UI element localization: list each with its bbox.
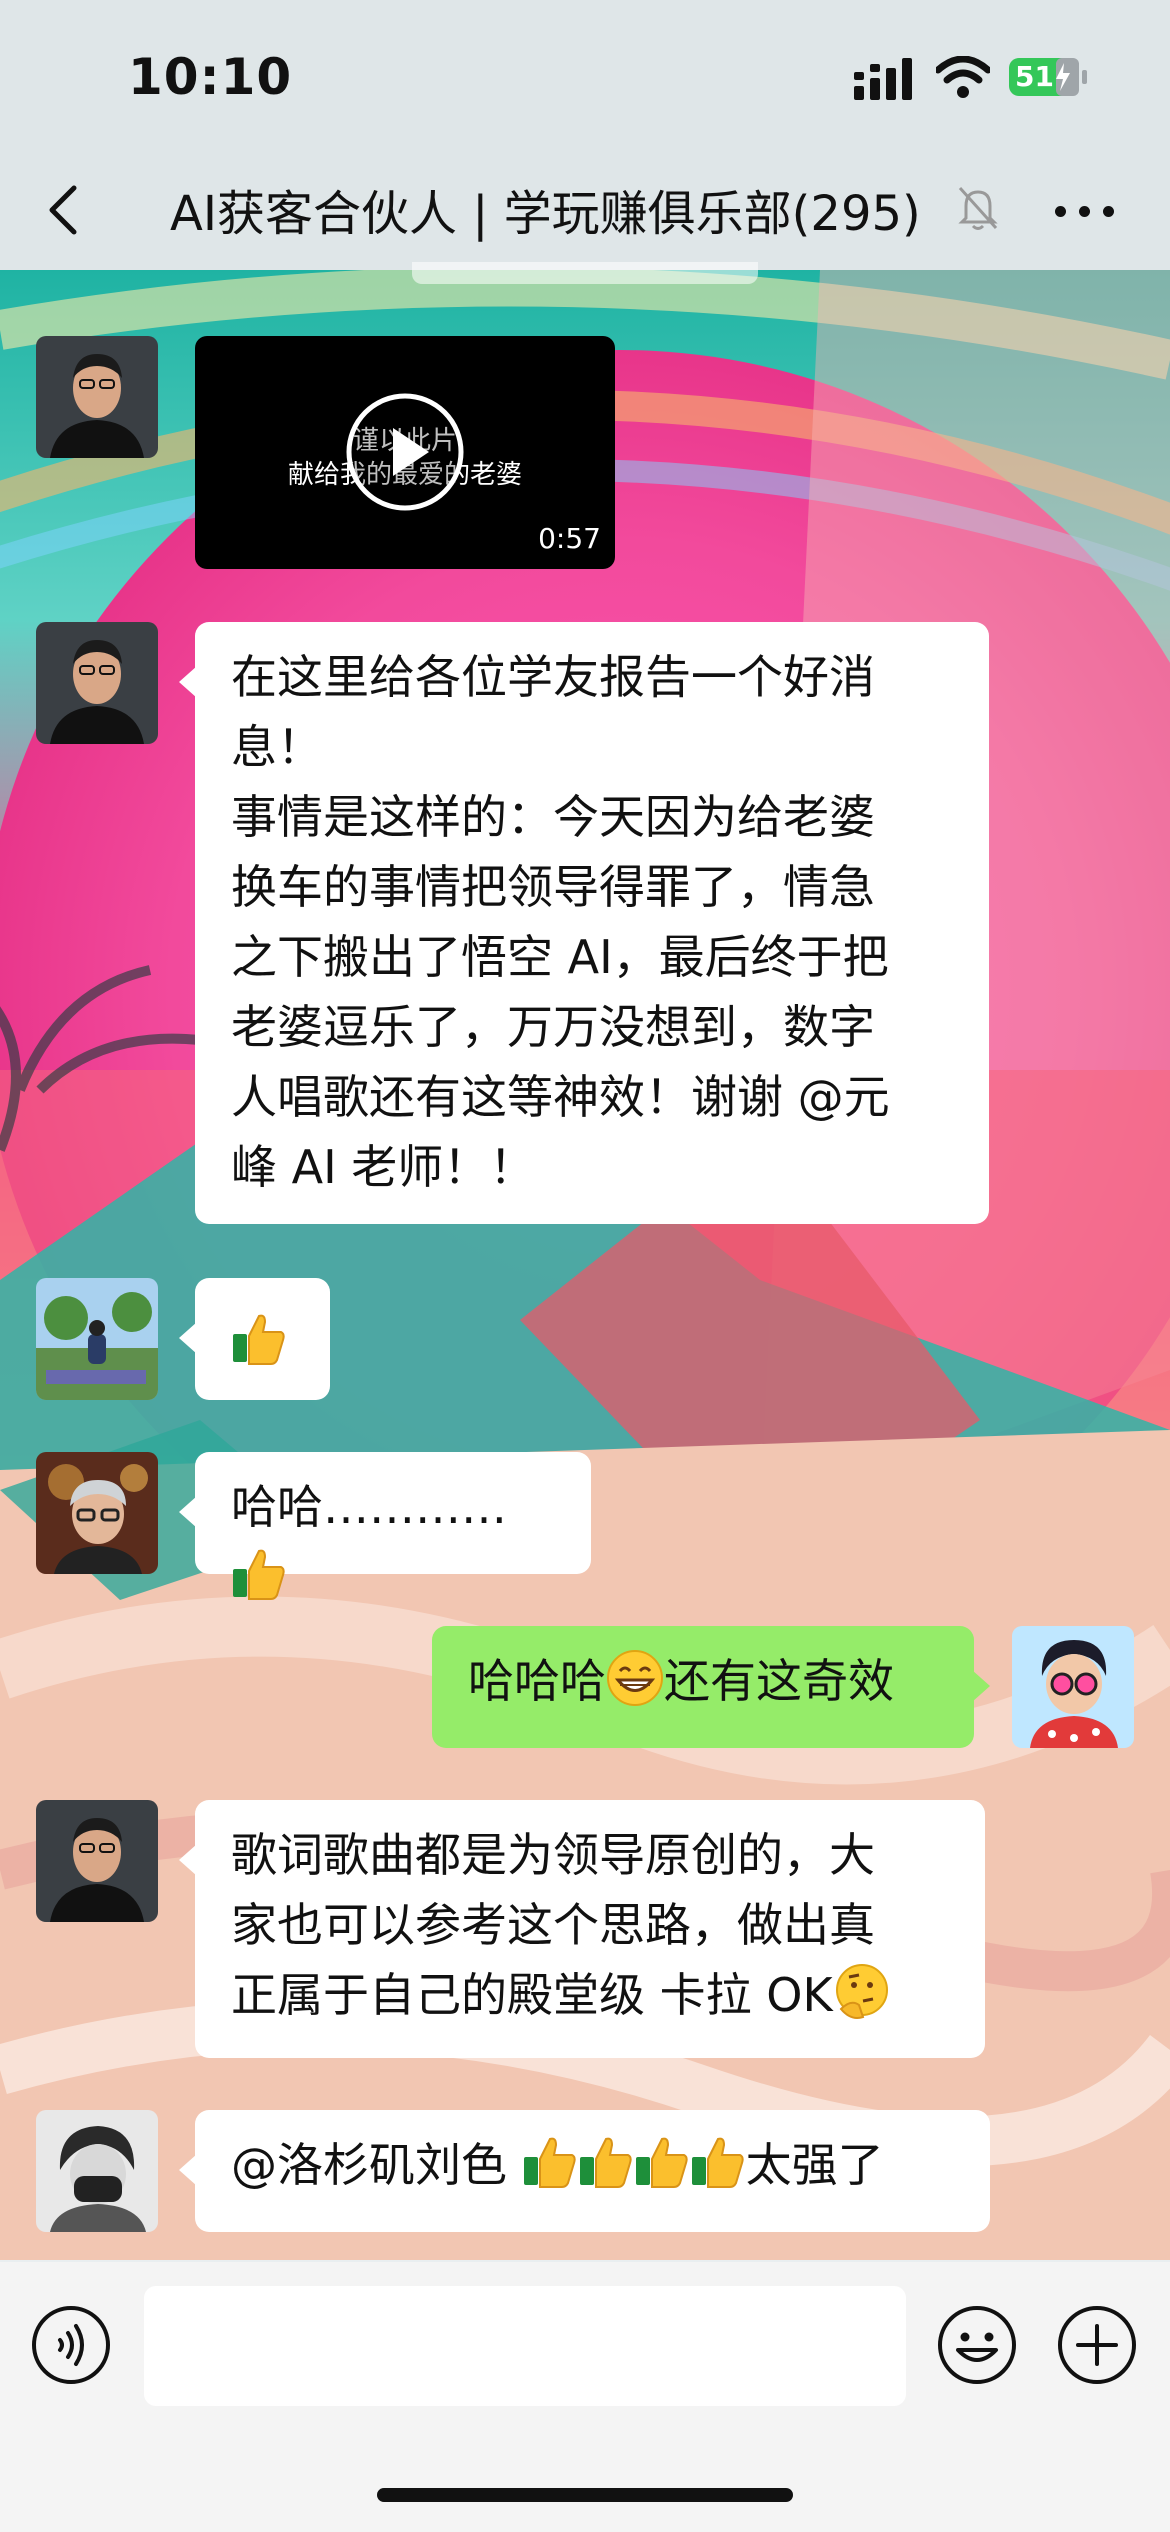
input-bar — [0, 2262, 1170, 2532]
ellipsis-icon[interactable] — [1050, 180, 1120, 240]
message-line: 之下搬出了悟空 AI，最后终于把 — [231, 930, 889, 984]
avatar[interactable] — [36, 1452, 158, 1574]
message-line: 在这里给各位学友报告一个好消 — [231, 650, 875, 704]
thumbs-up-icon — [233, 1314, 285, 1365]
message-text: 哈哈哈 — [468, 1654, 606, 1708]
avatar[interactable] — [36, 2110, 158, 2232]
chat-title: AI获客合伙人 | 学玩赚俱乐部(295) — [170, 186, 921, 242]
grinning-face-icon — [607, 1650, 663, 1706]
video-message[interactable]: 谨以此片 献给我的最爱的老婆 0:57 — [195, 336, 615, 569]
avatar[interactable] — [1012, 1626, 1134, 1748]
avatar[interactable] — [36, 1800, 158, 1922]
wifi-icon — [936, 56, 990, 98]
message-line: 家也可以参考这个思路，做出真 — [231, 1898, 875, 1952]
thumbs-up-icon — [691, 2137, 744, 2188]
time-divider — [412, 262, 758, 284]
message-bubble[interactable]: 在这里给各位学友报告一个好消 息！ 事情是这样的：今天因为给老婆 换车的事情把领… — [179, 622, 989, 1224]
smiley-icon[interactable] — [936, 2304, 1018, 2386]
message-line: 人唱歌还有这等神效！谢谢 @元 — [231, 1070, 890, 1124]
cellular-signal-icon — [854, 58, 912, 100]
thumbs-up-icon — [579, 2137, 632, 2188]
thumbs-up-icon — [635, 2137, 688, 2188]
message-line: 息！ — [231, 720, 323, 774]
voice-icon[interactable] — [30, 2304, 112, 2386]
message-line: 峰 AI 老师！！ — [231, 1140, 536, 1194]
battery-level: 51 — [1015, 60, 1054, 93]
status-time: 10:10 — [128, 48, 293, 106]
message-line: 正属于自己的殿堂级 卡拉 OK — [231, 1968, 833, 2022]
message-bubble[interactable]: 歌词歌曲都是为领导原创的，大 家也可以参考这个思路，做出真 正属于自己的殿堂级 … — [179, 1800, 985, 2058]
thinking-face-icon — [835, 1964, 888, 2019]
message-text: @洛杉矶刘色 — [231, 2138, 522, 2192]
avatar[interactable] — [36, 336, 158, 458]
message-bubble[interactable]: @洛杉矶刘色 太强了 — [179, 2110, 990, 2232]
message-text: 哈哈………… — [231, 1480, 507, 1534]
message-line: 歌词歌曲都是为领导原创的，大 — [231, 1828, 875, 1882]
message-text: 还有这奇效 — [664, 1654, 894, 1708]
message-line: 事情是这样的：今天因为给老婆 — [231, 790, 875, 844]
home-indicator — [377, 2488, 793, 2502]
avatar[interactable] — [36, 1278, 158, 1400]
message-bubble[interactable]: 哈哈………… — [179, 1452, 591, 1600]
chat-header: AI获客合伙人 | 学玩赚俱乐部(295) — [0, 150, 1170, 270]
message-line: 换车的事情把领导得罪了，情急 — [231, 860, 875, 914]
video-duration: 0:57 — [538, 522, 601, 555]
thumbs-up-icon — [233, 1549, 285, 1600]
status-bar: 10:10 51 — [0, 0, 1170, 150]
message-bubble[interactable] — [179, 1278, 330, 1400]
chat-screen: 10:10 51 AI获客合伙人 | 学玩赚俱乐部(295) 0:57 在这里给… — [0, 0, 1170, 2532]
play-icon[interactable] — [345, 392, 465, 512]
thumbs-up-icon — [523, 2137, 576, 2188]
message-input[interactable] — [144, 2286, 906, 2406]
message-text: 太强了 — [745, 2138, 884, 2192]
avatar[interactable] — [36, 622, 158, 744]
chevron-left-icon[interactable] — [40, 182, 90, 238]
bell-slash-icon — [958, 186, 998, 230]
message-line: 老婆逗乐了，万万没想到，数字 — [231, 1000, 875, 1054]
message-bubble-outgoing[interactable]: 哈哈哈 还有这奇效 — [432, 1626, 990, 1748]
plus-circle-icon[interactable] — [1056, 2304, 1138, 2386]
